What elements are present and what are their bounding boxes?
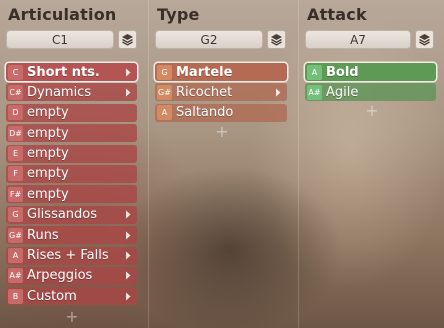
item-label: empty xyxy=(27,166,69,182)
note-badge: G# xyxy=(157,84,172,100)
chevron-right-icon[interactable] xyxy=(275,87,283,97)
note-badge: F# xyxy=(8,186,23,202)
articulation-item-empty[interactable]: F empty xyxy=(6,164,137,183)
note-badge: A xyxy=(8,248,23,264)
note-badge: A xyxy=(157,105,172,121)
articulation-layers-button[interactable] xyxy=(118,30,137,49)
articulation-item-dynamics[interactable]: C# Dynamics xyxy=(6,83,137,102)
type-key-field[interactable]: G2 xyxy=(155,30,263,49)
articulation-item-empty[interactable]: E empty xyxy=(6,144,137,163)
type-layers-button[interactable] xyxy=(267,30,286,49)
chevron-right-icon[interactable] xyxy=(125,87,133,97)
attack-key-field[interactable]: A7 xyxy=(305,30,411,49)
note-badge: B xyxy=(8,288,23,304)
item-label: empty xyxy=(27,146,69,162)
attack-key-header: A7 xyxy=(305,30,434,49)
type-add-button[interactable]: + xyxy=(215,124,229,140)
note-badge: D xyxy=(8,105,23,121)
articulation-item-arpeggios[interactable]: A# Arpeggios xyxy=(6,266,137,285)
articulation-item-custom[interactable]: B Custom xyxy=(6,287,137,306)
attack-item-agile[interactable]: A# Agile xyxy=(305,83,436,102)
note-badge: A# xyxy=(307,84,322,100)
articulation-item-short-nts[interactable]: C Short nts. xyxy=(6,63,137,81)
item-label: Martele xyxy=(176,64,233,80)
chevron-right-icon[interactable] xyxy=(125,210,133,220)
type-list: G Martele G# Ricochet A Saltando xyxy=(155,63,287,124)
type-item-saltando[interactable]: A Saltando xyxy=(155,103,287,122)
note-badge: D# xyxy=(8,125,23,141)
item-label: Glissandos xyxy=(27,207,98,223)
type-title: Type xyxy=(157,5,200,24)
item-label: empty xyxy=(27,125,69,141)
item-label: empty xyxy=(27,105,69,121)
note-badge: C xyxy=(8,64,23,80)
type-item-martele[interactable]: G Martele xyxy=(155,63,287,81)
note-badge: G# xyxy=(8,227,23,243)
note-badge: A# xyxy=(8,268,23,284)
attack-item-bold[interactable]: A Bold xyxy=(305,63,436,81)
item-label: Agile xyxy=(326,84,359,100)
articulation-item-runs[interactable]: G# Runs xyxy=(6,226,137,245)
type-key-header: G2 xyxy=(155,30,286,49)
type-column: Type G2 G Martele G# Ricochet A Saltando… xyxy=(148,0,298,328)
layers-icon xyxy=(419,34,430,46)
item-label: Runs xyxy=(27,227,59,243)
item-label: Rises + Falls xyxy=(27,248,109,264)
item-label: Custom xyxy=(27,288,77,304)
articulation-item-rises-falls[interactable]: A Rises + Falls xyxy=(6,246,137,265)
attack-column: Attack A7 A Bold A# Agile + xyxy=(298,0,444,328)
type-item-ricochet[interactable]: G# Ricochet xyxy=(155,83,287,102)
articulation-item-empty[interactable]: D# empty xyxy=(6,124,137,143)
item-label: Dynamics xyxy=(27,84,92,100)
articulation-column: Articulation C1 C Short nts. C# Dynamics… xyxy=(0,0,148,328)
articulation-key-field[interactable]: C1 xyxy=(6,30,114,49)
articulation-title: Articulation xyxy=(8,5,117,24)
attack-add-button[interactable]: + xyxy=(365,103,379,119)
layers-icon xyxy=(271,34,282,46)
note-badge: G xyxy=(8,207,23,223)
item-label: Ricochet xyxy=(176,84,233,100)
attack-list: A Bold A# Agile xyxy=(305,63,436,104)
item-label: Saltando xyxy=(176,105,234,121)
note-badge: E xyxy=(8,146,23,162)
articulation-add-button[interactable]: + xyxy=(65,309,79,325)
attack-title: Attack xyxy=(307,5,367,24)
articulation-key-header: C1 xyxy=(6,30,137,49)
item-label: Bold xyxy=(326,64,359,80)
item-label: empty xyxy=(27,186,69,202)
articulation-item-glissandos[interactable]: G Glissandos xyxy=(6,205,137,224)
note-badge: A xyxy=(307,64,322,80)
item-label: Short nts. xyxy=(27,64,100,80)
item-label: Arpeggios xyxy=(27,268,93,284)
chevron-right-icon[interactable] xyxy=(125,271,133,281)
articulation-item-empty[interactable]: F# empty xyxy=(6,185,137,204)
note-badge: C# xyxy=(8,84,23,100)
articulation-list: C Short nts. C# Dynamics D empty D# empt… xyxy=(6,63,137,308)
chevron-right-icon[interactable] xyxy=(125,230,133,240)
articulation-item-empty[interactable]: D empty xyxy=(6,103,137,122)
note-badge: G xyxy=(157,64,172,80)
chevron-right-icon[interactable] xyxy=(125,67,133,77)
chevron-right-icon[interactable] xyxy=(125,251,133,261)
note-badge: F xyxy=(8,166,23,182)
layers-icon xyxy=(122,34,133,46)
chevron-right-icon[interactable] xyxy=(125,291,133,301)
attack-layers-button[interactable] xyxy=(415,30,434,49)
